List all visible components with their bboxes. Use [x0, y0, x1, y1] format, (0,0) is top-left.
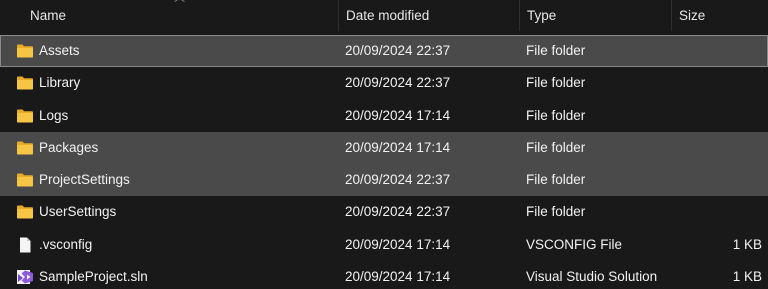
file-date-modified: 20/09/2024 22:37 [345, 43, 451, 58]
column-header-type-label: Type [527, 8, 557, 23]
file-row[interactable]: SampleProject.sln 20/09/2024 17:14 Visual … [0, 261, 768, 289]
file-type: File folder [526, 172, 586, 188]
file-date-modified: 20/09/2024 17:14 [345, 269, 451, 285]
file-row[interactable]: .vsconfig 20/09/2024 17:14 VSCONFIG File 1 … [0, 229, 768, 261]
column-header-name[interactable]: Name ︿ [0, 0, 338, 31]
file-size: 1 KB [732, 269, 762, 285]
file-type: File folder [526, 107, 586, 123]
file-date-modified: 20/09/2024 17:14 [345, 107, 451, 123]
visual-studio-solution-icon [16, 269, 34, 285]
folder-icon [16, 204, 34, 220]
column-header-size-label: Size [679, 8, 706, 23]
column-header-date-label: Date modified [346, 8, 430, 23]
file-date-modified: 20/09/2024 17:14 [345, 236, 451, 252]
file-date-modified: 20/09/2024 17:14 [345, 139, 451, 155]
file-row[interactable]: Assets 20/09/2024 22:37 File folder [0, 35, 768, 68]
file-name: Packages [39, 139, 99, 155]
file-name: .vsconfig [39, 236, 93, 252]
file-date-modified: 20/09/2024 22:37 [345, 172, 451, 188]
file-name: UserSettings [39, 204, 117, 220]
file-row[interactable]: Packages 20/09/2024 17:14 File folder [0, 131, 768, 165]
column-header-size[interactable]: Size [671, 0, 768, 31]
folder-icon [16, 75, 34, 91]
file-icon [16, 237, 34, 253]
column-header-name-label: Name [30, 8, 67, 23]
file-type: File folder [526, 75, 586, 91]
file-type: File folder [526, 204, 586, 220]
folder-icon [16, 172, 34, 188]
column-header-date-modified[interactable]: Date modified [338, 0, 519, 31]
folder-icon [16, 108, 34, 124]
file-date-modified: 20/09/2024 22:37 [345, 75, 451, 91]
file-explorer-list: Name ︿ Date modified Type Size Assets 20/… [0, 0, 768, 289]
file-size: 1 KB [732, 236, 762, 252]
folder-icon [16, 43, 34, 59]
file-name: Library [39, 75, 81, 91]
file-type: File folder [526, 43, 586, 58]
file-row[interactable]: ProjectSettings 20/09/2024 22:37 File fold… [0, 164, 768, 197]
file-name: SampleProject.sln [39, 269, 148, 285]
file-name: ProjectSettings [39, 172, 130, 188]
file-date-modified: 20/09/2024 22:37 [345, 204, 451, 220]
file-type: VSCONFIG File [526, 236, 623, 252]
file-list: Assets 20/09/2024 22:37 File folder Library… [0, 35, 768, 289]
file-row[interactable]: Logs 20/09/2024 17:14 File folder [0, 100, 768, 132]
column-header-bar: Name ︿ Date modified Type Size [0, 0, 768, 31]
file-name: Logs [39, 107, 69, 123]
file-name: Assets [39, 43, 80, 58]
column-header-type[interactable]: Type [519, 0, 671, 31]
file-row[interactable]: UserSettings 20/09/2024 22:37 File folder [0, 196, 768, 228]
folder-icon [16, 140, 34, 156]
file-type: File folder [526, 139, 586, 155]
file-type: Visual Studio Solution [526, 269, 658, 285]
file-row[interactable]: Library 20/09/2024 22:37 File folder [0, 67, 768, 99]
chevron-up-icon: ︿ [174, 0, 185, 8]
